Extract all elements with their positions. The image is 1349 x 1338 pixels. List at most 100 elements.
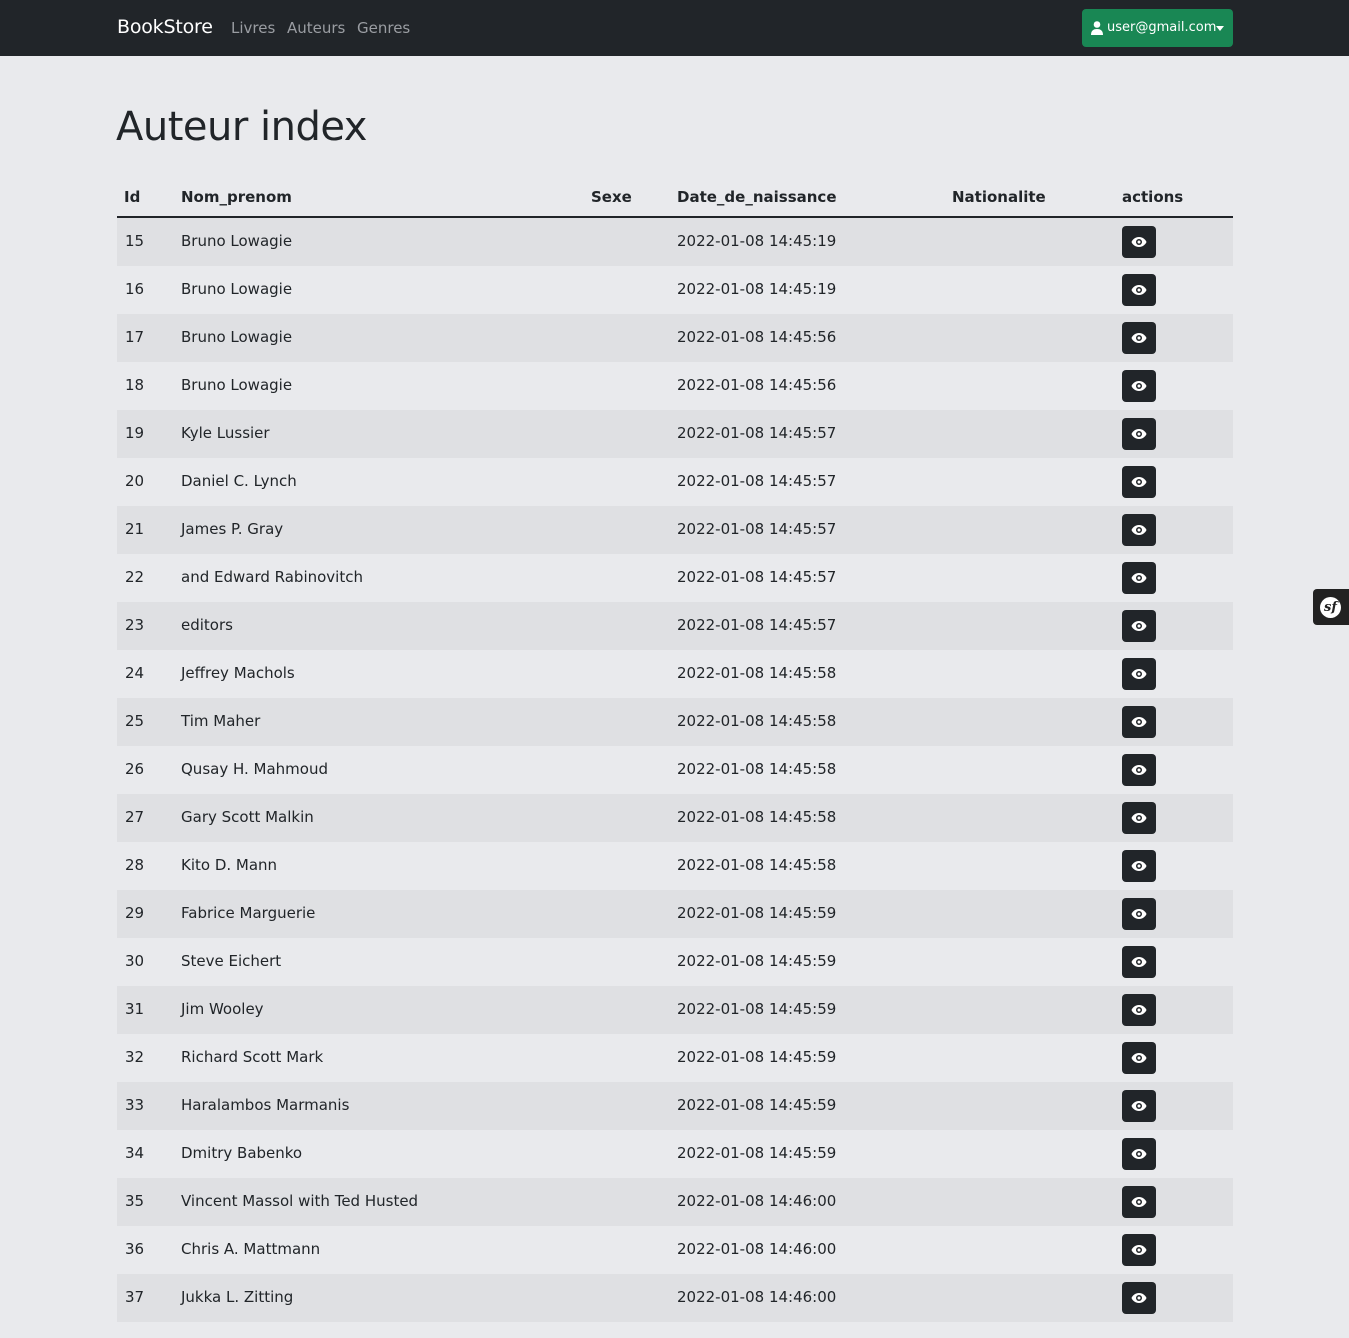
view-button[interactable] xyxy=(1122,226,1156,258)
nav-link-livres[interactable]: Livres xyxy=(231,19,275,37)
header-nationalite: Nationalite xyxy=(952,188,1046,206)
cell-date-de-naissance: 2022-01-08 14:45:19 xyxy=(677,232,837,250)
cell-nom-prenom: Dmitry Babenko xyxy=(181,1144,303,1162)
cell-date-de-naissance: 2022-01-08 14:45:59 xyxy=(677,1096,837,1114)
table-row: 37 Jukka L. Zitting 2022-01-08 14:46:00 xyxy=(117,1274,1233,1322)
view-button[interactable] xyxy=(1122,850,1156,882)
cell-nom-prenom: Kyle Lussier xyxy=(181,424,270,442)
view-button[interactable] xyxy=(1122,898,1156,930)
cell-date-de-naissance: 2022-01-08 14:45:57 xyxy=(677,424,837,442)
header-id: Id xyxy=(124,188,141,206)
view-button[interactable] xyxy=(1122,994,1156,1026)
cell-date-de-naissance: 2022-01-08 14:45:57 xyxy=(677,472,837,490)
view-button[interactable] xyxy=(1122,562,1156,594)
view-button[interactable] xyxy=(1122,610,1156,642)
view-button[interactable] xyxy=(1122,514,1156,546)
table-row: 36 Chris A. Mattmann 2022-01-08 14:46:00 xyxy=(117,1226,1233,1274)
table-row: 18 Bruno Lowagie 2022-01-08 14:45:56 xyxy=(117,362,1233,410)
table-row: 33 Haralambos Marmanis 2022-01-08 14:45:59 xyxy=(117,1082,1233,1130)
nav-link-auteurs[interactable]: Auteurs xyxy=(287,19,345,37)
symfony-logo-icon: sf xyxy=(1320,597,1341,618)
caret-down-icon xyxy=(1216,26,1224,31)
cell-id: 16 xyxy=(125,280,145,298)
table-row: 29 Fabrice Marguerie 2022-01-08 14:45:59 xyxy=(117,890,1233,938)
cell-id: 17 xyxy=(125,328,145,346)
user-dropdown-button[interactable]: user@gmail.com xyxy=(1082,9,1233,47)
cell-id: 30 xyxy=(125,952,145,970)
cell-id: 28 xyxy=(125,856,145,874)
cell-id: 22 xyxy=(125,568,145,586)
view-button[interactable] xyxy=(1122,946,1156,978)
view-button[interactable] xyxy=(1122,466,1156,498)
view-button[interactable] xyxy=(1122,1042,1156,1074)
cell-id: 23 xyxy=(125,616,145,634)
cell-nom-prenom: Jukka L. Zitting xyxy=(181,1288,294,1306)
cell-id: 32 xyxy=(125,1048,145,1066)
cell-id: 34 xyxy=(125,1144,145,1162)
view-button[interactable] xyxy=(1122,1186,1156,1218)
table-row: 23 editors 2022-01-08 14:45:57 xyxy=(117,602,1233,650)
brand-link[interactable]: BookStore xyxy=(117,16,213,38)
cell-date-de-naissance: 2022-01-08 14:45:58 xyxy=(677,856,837,874)
cell-id: 21 xyxy=(125,520,145,538)
page-title: Auteur index xyxy=(116,104,367,150)
view-button[interactable] xyxy=(1122,754,1156,786)
table-row: 28 Kito D. Mann 2022-01-08 14:45:58 xyxy=(117,842,1233,890)
cell-nom-prenom: Daniel C. Lynch xyxy=(181,472,297,490)
symfony-debug-toolbar-toggle[interactable]: sf xyxy=(1313,589,1349,625)
cell-date-de-naissance: 2022-01-08 14:45:59 xyxy=(677,904,837,922)
user-email: user@gmail.com xyxy=(1107,20,1217,35)
cell-date-de-naissance: 2022-01-08 14:45:59 xyxy=(677,1144,837,1162)
view-button[interactable] xyxy=(1122,1234,1156,1266)
table-row: 27 Gary Scott Malkin 2022-01-08 14:45:58 xyxy=(117,794,1233,842)
table-row: 32 Richard Scott Mark 2022-01-08 14:45:59 xyxy=(117,1034,1233,1082)
table-row: 31 Jim Wooley 2022-01-08 14:45:59 xyxy=(117,986,1233,1034)
table-row: 26 Qusay H. Mahmoud 2022-01-08 14:45:58 xyxy=(117,746,1233,794)
person-icon xyxy=(1091,21,1103,35)
cell-date-de-naissance: 2022-01-08 14:45:58 xyxy=(677,712,837,730)
cell-date-de-naissance: 2022-01-08 14:45:59 xyxy=(677,952,837,970)
cell-nom-prenom: editors xyxy=(181,616,233,634)
cell-date-de-naissance: 2022-01-08 14:45:57 xyxy=(677,616,837,634)
view-button[interactable] xyxy=(1122,418,1156,450)
cell-nom-prenom: Bruno Lowagie xyxy=(181,280,293,298)
view-button[interactable] xyxy=(1122,370,1156,402)
view-button[interactable] xyxy=(1122,322,1156,354)
table-row: 16 Bruno Lowagie 2022-01-08 14:45:19 xyxy=(117,266,1233,314)
cell-date-de-naissance: 2022-01-08 14:45:57 xyxy=(677,568,837,586)
cell-date-de-naissance: 2022-01-08 14:46:00 xyxy=(677,1240,837,1258)
table-body: 15 Bruno Lowagie 2022-01-08 14:45:19 16 Brun… xyxy=(117,218,1233,1322)
view-button[interactable] xyxy=(1122,1090,1156,1122)
header-nom-prenom: Nom_prenom xyxy=(181,188,292,206)
cell-date-de-naissance: 2022-01-08 14:45:59 xyxy=(677,1000,837,1018)
cell-nom-prenom: Chris A. Mattmann xyxy=(181,1240,321,1258)
cell-nom-prenom: Fabrice Marguerie xyxy=(181,904,316,922)
cell-date-de-naissance: 2022-01-08 14:45:56 xyxy=(677,376,837,394)
table-row: 19 Kyle Lussier 2022-01-08 14:45:57 xyxy=(117,410,1233,458)
cell-nom-prenom: Bruno Lowagie xyxy=(181,376,293,394)
header-date-de-naissance: Date_de_naissance xyxy=(677,188,837,206)
cell-id: 24 xyxy=(125,664,145,682)
header-sexe: Sexe xyxy=(591,188,632,206)
view-button[interactable] xyxy=(1122,274,1156,306)
cell-id: 36 xyxy=(125,1240,145,1258)
view-button[interactable] xyxy=(1122,802,1156,834)
table-row: 25 Tim Maher 2022-01-08 14:45:58 xyxy=(117,698,1233,746)
nav-link-genres[interactable]: Genres xyxy=(357,19,410,37)
table-row: 30 Steve Eichert 2022-01-08 14:45:59 xyxy=(117,938,1233,986)
cell-id: 31 xyxy=(125,1000,145,1018)
cell-date-de-naissance: 2022-01-08 14:45:58 xyxy=(677,808,837,826)
cell-nom-prenom: Bruno Lowagie xyxy=(181,328,293,346)
view-button[interactable] xyxy=(1122,706,1156,738)
view-button[interactable] xyxy=(1122,1282,1156,1314)
cell-id: 35 xyxy=(125,1192,145,1210)
cell-id: 25 xyxy=(125,712,145,730)
view-button[interactable] xyxy=(1122,658,1156,690)
authors-table: Id Nom_prenom Sexe Date_de_naissance Nat… xyxy=(117,178,1233,1322)
table-header: Id Nom_prenom Sexe Date_de_naissance Nat… xyxy=(117,178,1233,218)
cell-nom-prenom: Haralambos Marmanis xyxy=(181,1096,350,1114)
cell-nom-prenom: Steve Eichert xyxy=(181,952,282,970)
cell-id: 18 xyxy=(125,376,145,394)
view-button[interactable] xyxy=(1122,1138,1156,1170)
table-row: 35 Vincent Massol with Ted Husted 2022-01-… xyxy=(117,1178,1233,1226)
